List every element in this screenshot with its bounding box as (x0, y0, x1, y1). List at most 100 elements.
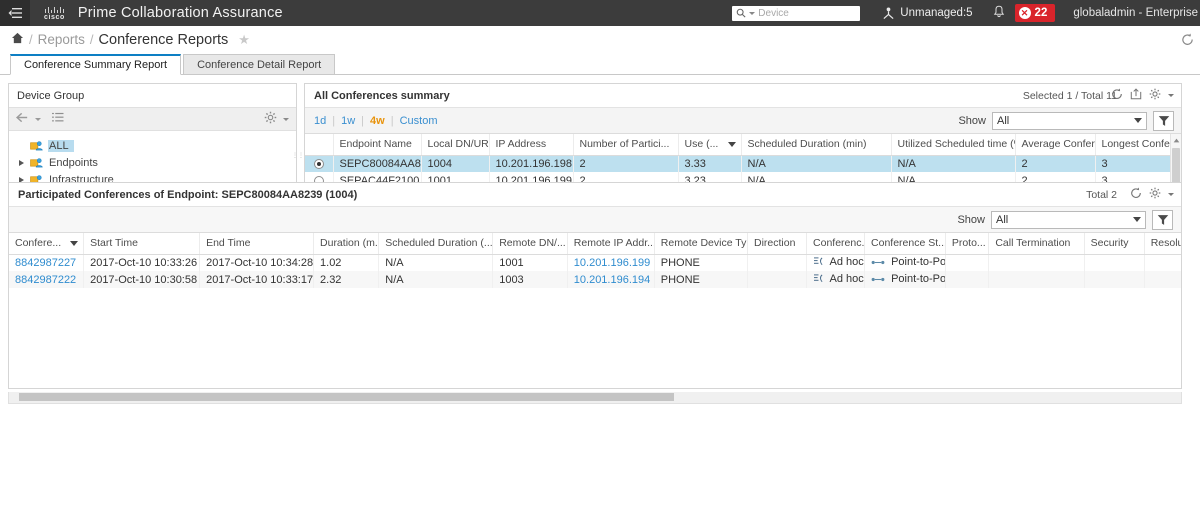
hamburger-icon[interactable] (0, 0, 30, 26)
scroll-up-icon[interactable] (1171, 134, 1181, 147)
settings-chevron-down-icon[interactable] (1168, 94, 1174, 97)
export-icon[interactable] (1130, 88, 1142, 103)
settings-icon[interactable] (1149, 187, 1161, 202)
topbar-right-group: Device Unmanaged:5 ✕ 22 globaladmin - En… (732, 0, 1200, 26)
col-call-termination[interactable]: Call Termination (988, 233, 1085, 255)
summary-show-group: Show All (958, 110, 1174, 131)
conference-id-link[interactable]: 8842987222 (15, 274, 76, 286)
search-placeholder: Device (758, 7, 789, 19)
settings-chevron-down-icon[interactable] (1168, 193, 1174, 196)
home-icon[interactable] (11, 32, 24, 47)
sidebar-item-endpoints[interactable]: Endpoints (9, 154, 296, 171)
col-conference-id[interactable]: Confere... (9, 233, 85, 255)
col-duration[interactable]: Duration (m... (313, 233, 380, 255)
unmanaged-devices-indicator[interactable]: Unmanaged:5 (882, 7, 973, 20)
col-security[interactable]: Security (1084, 233, 1145, 255)
detail-panel-actions (1130, 187, 1174, 202)
search-scope-chevron-icon[interactable] (749, 11, 756, 15)
col-direction[interactable]: Direction (747, 233, 808, 255)
sidebar-item-label: Endpoints (49, 156, 98, 169)
cell-conference-id[interactable]: 8842987222 (9, 271, 85, 288)
col-end-time[interactable]: End Time (199, 233, 315, 255)
filter-icon (1158, 115, 1169, 126)
refresh-icon[interactable] (1130, 187, 1142, 202)
back-chevron-down-icon[interactable] (35, 117, 41, 121)
notification-bell-icon[interactable] (993, 5, 1005, 21)
col-local-dn-uri[interactable]: Local DN/URI (421, 134, 490, 156)
table-row[interactable]: 8842987222 2017-Oct-10 10:30:58 EDT 2017… (9, 271, 1181, 288)
col-scheduled-duration[interactable]: Scheduled Duration (... (378, 233, 494, 255)
cell-remote-ip[interactable]: 10.201.196.194 (567, 271, 655, 288)
col-average-conference[interactable]: Average Conferenc... (1015, 134, 1096, 156)
sidebar-item-all[interactable]: ALL (9, 137, 296, 154)
gear-icon[interactable] (264, 111, 277, 127)
col-number-of-participants[interactable]: Number of Partici... (573, 134, 679, 156)
cell-protocol (945, 254, 990, 271)
range-1w[interactable]: 1w (341, 115, 355, 127)
range-4w[interactable]: 4w (370, 115, 385, 127)
page-refresh-icon[interactable] (1181, 33, 1194, 49)
page-hscroll-thumb[interactable] (19, 393, 674, 401)
col-endpoint-name[interactable]: Endpoint Name (333, 134, 422, 156)
conference-type-label: Ad hoc (829, 256, 864, 269)
chevron-down-icon (1134, 118, 1142, 123)
col-remote-ip-address[interactable]: Remote IP Addr... (567, 233, 655, 255)
favorite-star-icon[interactable]: ★ (238, 32, 250, 48)
table-row[interactable]: 8842987227 2017-Oct-10 10:33:26 EDT 2017… (9, 254, 1181, 271)
detail-total-count: Total 2 (1086, 189, 1117, 201)
app-title: Prime Collaboration Assurance (77, 5, 283, 21)
cell-protocol (945, 271, 990, 288)
range-custom[interactable]: Custom (400, 115, 438, 127)
col-resolution[interactable]: Resolution (1144, 233, 1181, 255)
detail-table: Confere... Start Time End Time Duration … (9, 233, 1181, 288)
breadcrumb-link-reports[interactable]: Reports (38, 32, 85, 47)
col-use[interactable]: Use (... (678, 134, 742, 156)
conference-id-link[interactable]: 8842987227 (15, 257, 76, 269)
detail-filter-button[interactable] (1152, 209, 1173, 230)
col-conference-id-label: Confere... (15, 237, 62, 250)
remote-ip-link[interactable]: 10.201.196.194 (574, 274, 650, 286)
col-conference-type[interactable]: Conferenc... (806, 233, 866, 255)
refresh-icon[interactable] (1111, 88, 1123, 103)
chevron-right-icon[interactable] (17, 159, 25, 166)
tab-label: Conference Summary Report (24, 59, 168, 71)
settings-icon[interactable] (1149, 88, 1161, 103)
remote-ip-link[interactable]: 10.201.196.199 (574, 257, 650, 269)
cell-remote-dn: 1001 (492, 254, 568, 271)
group-icon (30, 157, 43, 168)
tab-conference-summary-report[interactable]: Conference Summary Report (10, 54, 182, 75)
row-radio-cell[interactable] (305, 155, 334, 172)
cell-remote-ip[interactable]: 10.201.196.199 (567, 254, 655, 271)
col-remote-dn[interactable]: Remote DN/... (492, 233, 568, 255)
row-radio[interactable] (313, 158, 324, 169)
col-longest-conference[interactable]: Longest Conferenc... (1095, 134, 1172, 156)
table-row[interactable]: SEPC80084AA8... 1004 10.201.196.198 2 3.… (305, 155, 1172, 172)
col-scheduled-duration[interactable]: Scheduled Duration (min) (741, 134, 892, 156)
col-ip-address[interactable]: IP Address (489, 134, 574, 156)
summary-show-select[interactable]: All (992, 111, 1147, 130)
col-start-time[interactable]: Start Time (83, 233, 201, 255)
cell-end-time: 2017-Oct-10 10:34:28 EDT (199, 254, 315, 271)
col-protocol[interactable]: Proto... (945, 233, 990, 255)
cell-participants: 2 (573, 155, 679, 172)
gear-chevron-down-icon[interactable] (283, 117, 289, 121)
col-remote-device-type[interactable]: Remote Device Type (654, 233, 749, 255)
sort-desc-icon (727, 142, 736, 147)
page-title: Conference Reports (98, 31, 229, 48)
cell-conference-id[interactable]: 8842987227 (9, 254, 85, 271)
cell-security (1084, 271, 1145, 288)
detail-show-select[interactable]: All (991, 210, 1146, 229)
summary-show-value: All (997, 114, 1010, 127)
search-input[interactable]: Device (732, 5, 861, 21)
col-conference-status[interactable]: Conference St... (864, 233, 946, 255)
summary-filter-button[interactable] (1153, 110, 1174, 131)
range-1d[interactable]: 1d (314, 115, 326, 127)
tab-conference-detail-report[interactable]: Conference Detail Report (183, 54, 336, 75)
critical-alarm-badge[interactable]: ✕ 22 (1014, 4, 1056, 22)
col-utilized-scheduled-time[interactable]: Utilized Scheduled time (%) (891, 134, 1016, 156)
list-icon[interactable] (52, 112, 64, 126)
cell-conference-status: Point-to-Point (864, 254, 946, 271)
user-menu[interactable]: globaladmin - Enterprise (1073, 7, 1198, 19)
back-arrow-icon[interactable] (15, 112, 31, 126)
page-horizontal-scrollbar[interactable] (8, 392, 1182, 404)
